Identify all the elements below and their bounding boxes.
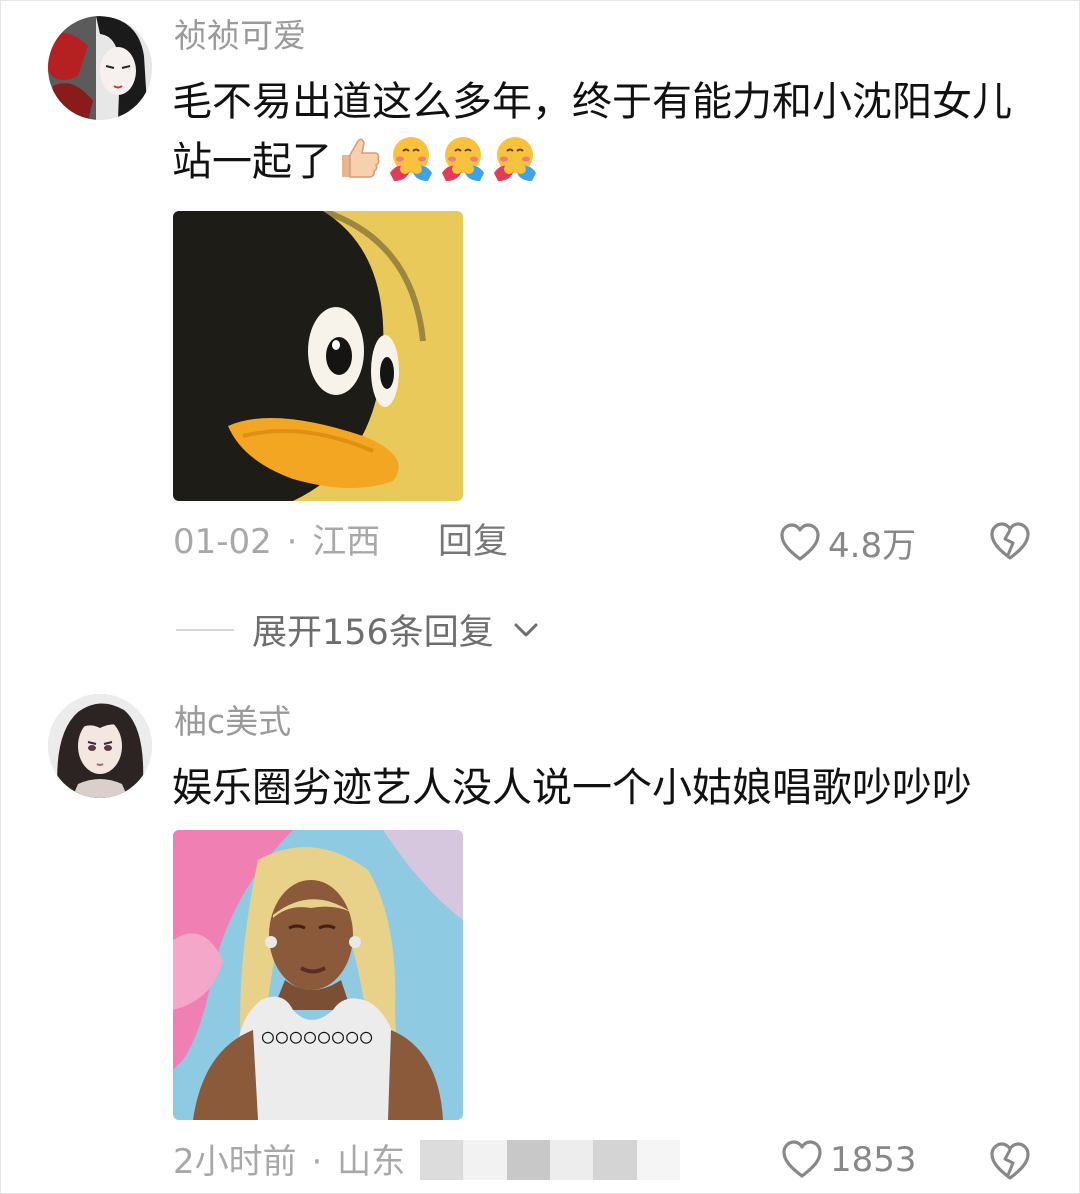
comment-date: 2小时前 bbox=[173, 1142, 297, 1182]
comment-text: 娱乐圈劣迹艺人没人说一个小姑娘唱歌吵吵吵 bbox=[172, 765, 972, 811]
meta-separator: · bbox=[311, 1142, 323, 1182]
comment-meta: 2小时前 · 山东 bbox=[173, 1140, 405, 1184]
avatar[interactable] bbox=[48, 694, 152, 798]
like-count: 1853 bbox=[830, 1140, 917, 1180]
heart-icon bbox=[782, 1140, 822, 1178]
redacted-mosaic bbox=[420, 1140, 680, 1180]
comment-item: 柚c美式 娱乐圈劣迹艺人没人说一个小姑娘唱歌吵吵吵 ○○○○○○○○ 2小时前 … bbox=[0, 0, 1080, 1194]
like-button[interactable]: 1853 bbox=[780, 1138, 917, 1182]
image-caption: ○○○○○○○○ bbox=[261, 1024, 375, 1048]
comment-username[interactable]: 柚c美式 bbox=[174, 702, 291, 742]
broken-heart-icon[interactable] bbox=[988, 1139, 1032, 1183]
comment-location: 山东 bbox=[337, 1142, 406, 1182]
comment-image-reaction[interactable]: ○○○○○○○○ bbox=[173, 830, 463, 1120]
